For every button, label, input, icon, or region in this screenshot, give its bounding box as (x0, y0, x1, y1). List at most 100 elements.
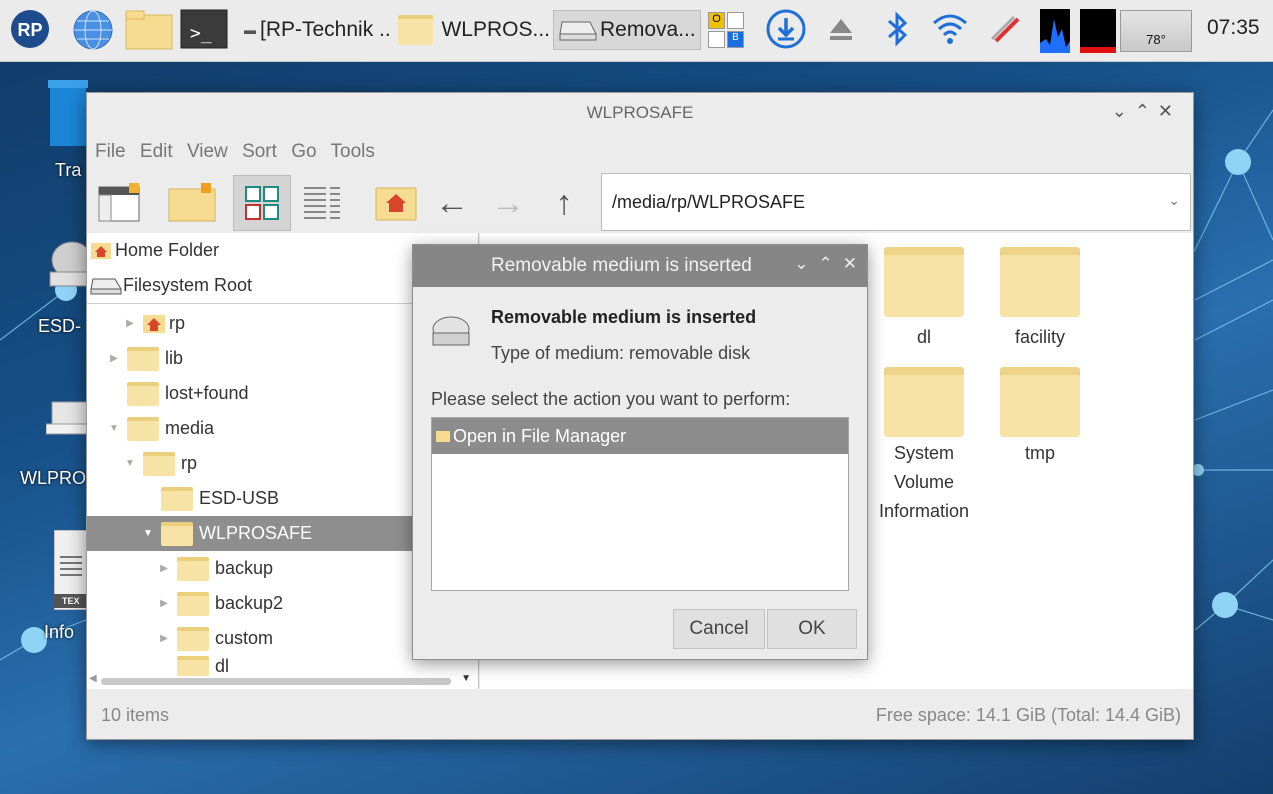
tree-label: dl (215, 656, 230, 676)
trash-desktop-icon[interactable] (48, 80, 88, 150)
file-name: tmp (1024, 443, 1055, 463)
up-arrow-icon: ↑ (555, 183, 573, 222)
menu-file[interactable]: File (95, 141, 126, 162)
bluetooth-icon[interactable] (882, 9, 912, 49)
file-item-facility[interactable]: facility (980, 247, 1100, 348)
raspberry-menu-icon[interactable]: RP (10, 9, 50, 49)
menu-tools[interactable]: Tools (331, 141, 375, 162)
desktop-label-trash: Tra (55, 160, 82, 180)
file-item-dl[interactable]: dl (864, 247, 984, 348)
badge-b: B (727, 31, 744, 48)
new-window-button[interactable] (91, 175, 149, 231)
ok-button[interactable]: OK (767, 609, 857, 649)
item-count: 10 items (101, 705, 170, 725)
forward-button[interactable]: → (479, 175, 537, 231)
desktop-label-wlpro: WLPRO (20, 468, 87, 488)
eject-icon[interactable] (826, 9, 856, 49)
task-wlprosafe[interactable]: WLPROS... (398, 10, 550, 50)
menu-sort[interactable]: Sort (242, 141, 277, 162)
text-file-badge: TEX (62, 596, 80, 606)
new-folder-icon (168, 183, 216, 222)
action-label: Open in File Manager (453, 425, 627, 446)
scroll-left-icon[interactable]: ◀ (89, 673, 97, 684)
folder-icon (161, 486, 193, 511)
action-prompt: Please select the action you want to per… (431, 389, 791, 409)
file-item-tmp[interactable]: tmp (980, 367, 1100, 468)
icon-view-button[interactable] (233, 175, 291, 231)
download-icon[interactable] (766, 9, 806, 49)
close-icon[interactable]: ✕ (843, 254, 857, 273)
task-terminal[interactable]: ▬ [RP-Technik ... (244, 10, 392, 50)
terminal-icon[interactable]: >_ (180, 9, 228, 49)
scrollbar-thumb[interactable] (101, 678, 451, 685)
expand-arrow-icon[interactable]: ▶ (157, 598, 171, 609)
drive-icon (49, 241, 93, 287)
wlprosafe-desktop-icon[interactable] (45, 400, 89, 436)
file-item-system-volume-information[interactable]: System Volume Information (864, 367, 984, 526)
minimize-icon[interactable]: ⌄ (794, 254, 808, 273)
expand-arrow-icon[interactable]: ▶ (107, 353, 121, 364)
menu-edit[interactable]: Edit (140, 141, 173, 162)
path-bar[interactable]: /media/rp/WLPROSAFE ⌄ (601, 173, 1191, 231)
maximize-icon[interactable]: ⌃ (819, 254, 833, 273)
task-removable[interactable]: Remova... (553, 10, 701, 50)
esd-usb-desktop-icon[interactable] (48, 238, 93, 288)
tree-label: backup (215, 558, 274, 578)
volume-muted-icon[interactable] (984, 9, 1024, 49)
sidebar-horizontal-scrollbar[interactable]: ◀ ▼ (89, 673, 475, 687)
window-title: WLPROSAFE (586, 103, 694, 122)
dialog-title: Removable medium is inserted (491, 255, 752, 276)
file-name: System Volume Information (878, 443, 970, 521)
close-icon[interactable]: ✕ (1158, 101, 1181, 121)
keyboard-layout-icon[interactable]: O B (708, 12, 746, 50)
clock[interactable]: 07:35 (1207, 16, 1260, 40)
cancel-button[interactable]: Cancel (673, 609, 765, 649)
wifi-icon[interactable] (930, 9, 970, 49)
folder-icon (143, 451, 175, 476)
minimize-icon[interactable]: ⌄ (1112, 101, 1135, 121)
up-button[interactable]: ↑ (535, 175, 593, 231)
place-label-home: Home Folder (115, 240, 220, 260)
list-view-button[interactable] (293, 175, 351, 231)
folder-icon (127, 346, 159, 371)
tree-label: lost+found (165, 383, 249, 403)
dialog-window-controls: ⌄ ⌃ ✕ (784, 254, 857, 274)
action-open-in-file-manager[interactable]: Open in File Manager (432, 418, 848, 454)
folder-icon (884, 367, 964, 437)
new-folder-button[interactable] (163, 175, 221, 231)
expand-arrow-icon[interactable]: ▶ (123, 318, 137, 329)
menu-go[interactable]: Go (291, 141, 316, 162)
collapse-arrow-icon[interactable]: ▼ (107, 423, 121, 434)
tree-label: lib (165, 348, 184, 368)
scroll-right-icon[interactable]: ▼ (461, 673, 471, 684)
info-text-desktop-icon[interactable]: TEX (53, 529, 89, 611)
maximize-icon[interactable]: ⌃ (1135, 101, 1158, 121)
trash-icon (48, 80, 88, 146)
back-button[interactable]: ← (423, 175, 481, 231)
tree-label: ESD-USB (199, 488, 280, 508)
status-bar: 10 items Free space: 14.1 GiB (Total: 14… (87, 691, 1193, 739)
file-manager-launcher-icon[interactable] (124, 9, 174, 50)
home-button[interactable] (367, 175, 425, 231)
task-label-terminal: [RP-Technik ... (260, 18, 392, 41)
home-folder-icon (375, 187, 417, 221)
path-dropdown-icon[interactable]: ⌄ (1168, 192, 1180, 209)
svg-text:>_: >_ (190, 23, 212, 44)
menu-bar: File Edit View Sort Go Tools (95, 141, 384, 163)
expand-arrow-icon[interactable]: ▶ (157, 633, 171, 644)
folder-icon (177, 656, 209, 676)
place-label-root: Filesystem Root (123, 275, 253, 295)
folder-icon (127, 381, 159, 406)
tree-label: media (165, 418, 215, 438)
tree-label: custom (215, 628, 274, 648)
desktop-label-info: Info (44, 622, 75, 642)
folder-icon (436, 430, 450, 442)
collapse-arrow-icon[interactable]: ▼ (141, 528, 155, 539)
expand-arrow-icon[interactable]: ▶ (157, 563, 171, 574)
path-text: /media/rp/WLPROSAFE (612, 191, 806, 212)
menu-view[interactable]: View (187, 141, 228, 162)
browser-icon[interactable] (72, 9, 113, 50)
collapse-arrow-icon[interactable]: ▼ (123, 458, 137, 469)
home-icon (91, 242, 111, 259)
removable-disk-icon (431, 315, 471, 354)
